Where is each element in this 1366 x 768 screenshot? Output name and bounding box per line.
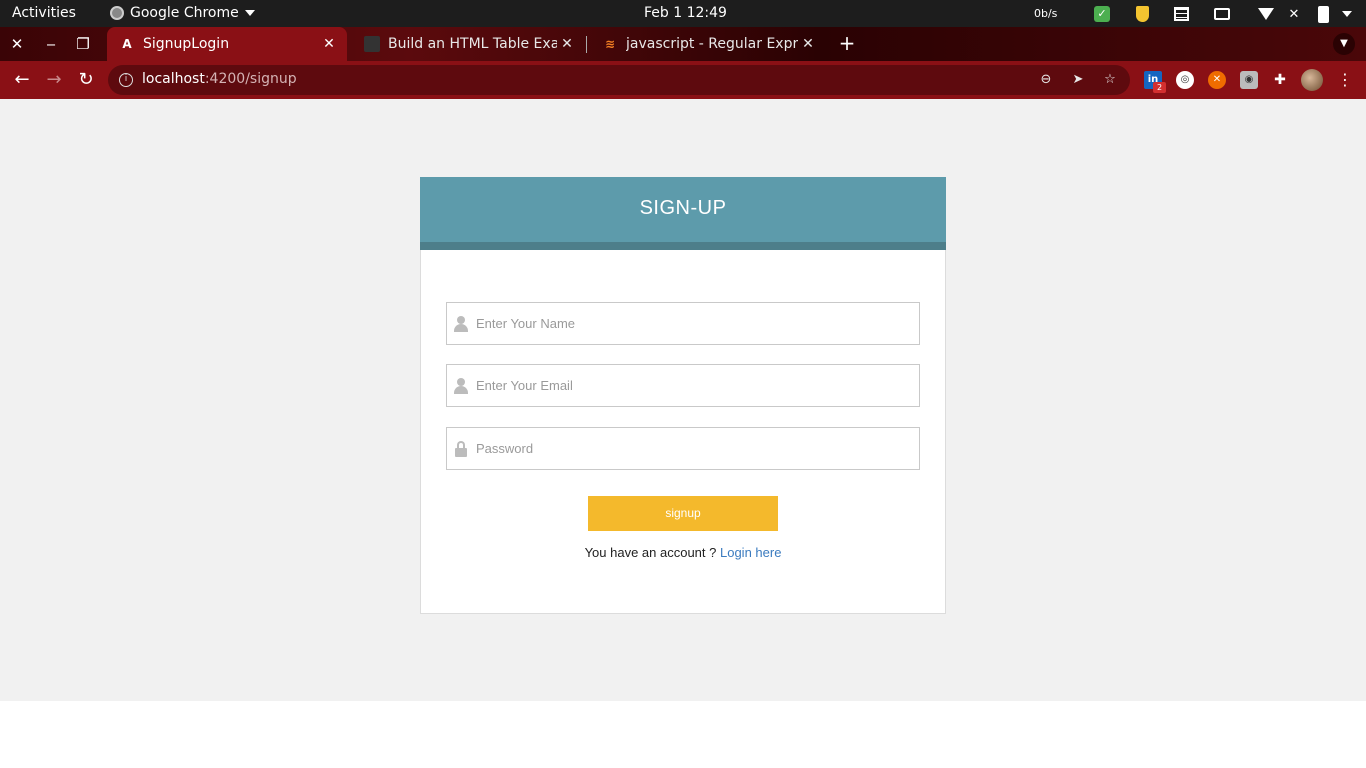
tab-close-icon[interactable]: ✕: [557, 36, 577, 52]
app-menu-label: Google Chrome: [130, 5, 239, 21]
bookmark-star-icon[interactable]: ☆: [1102, 72, 1118, 88]
reload-icon[interactable]: ↻: [75, 69, 97, 91]
window-restore-icon[interactable]: ❐: [73, 34, 93, 54]
account-prompt-text: You have an account ?: [584, 545, 717, 560]
chevron-down-icon: [244, 10, 255, 16]
stackoverflow-icon: ≋: [604, 37, 616, 51]
signup-card: SIGN-UP signup You have an account ? Log…: [420, 177, 946, 614]
browser-toolbar: ← → ↻ i localhost:4200/signup ⊖ ➤ ☆ in 2…: [0, 61, 1366, 99]
extensions-puzzle-icon[interactable]: ✚: [1271, 71, 1289, 89]
activities-button[interactable]: Activities: [12, 5, 76, 21]
site-info-icon[interactable]: i: [119, 73, 133, 87]
password-input[interactable]: [476, 428, 916, 469]
spreadsheet-icon[interactable]: [1172, 5, 1190, 23]
angular-icon: A: [122, 37, 132, 51]
extension-badge: 2: [1153, 82, 1166, 93]
email-input[interactable]: [476, 365, 916, 406]
app-menu[interactable]: Google Chrome: [110, 5, 255, 21]
address-bar[interactable]: i localhost:4200/signup ⊖ ➤ ☆: [108, 65, 1130, 95]
back-arrow-icon[interactable]: ←: [11, 69, 33, 91]
power-menu-icon[interactable]: [1338, 5, 1356, 23]
volume-muted-icon[interactable]: ✕: [1285, 5, 1303, 23]
window-minimize-icon[interactable]: ‒: [41, 34, 61, 54]
clock[interactable]: Feb 1 12:49: [644, 5, 727, 21]
more-menu-icon[interactable]: ⋮: [1335, 69, 1355, 91]
url-text[interactable]: localhost:4200/signup: [142, 71, 297, 87]
forward-arrow-icon[interactable]: →: [43, 69, 65, 91]
tab-html-table[interactable]: Build an HTML Table Exan ✕: [352, 27, 585, 61]
card-header: SIGN-UP: [420, 177, 946, 250]
user-icon: [454, 378, 468, 394]
site-favicon-icon: [364, 36, 380, 52]
window-close-icon[interactable]: ✕: [7, 34, 27, 54]
network-speed: 0b/s: [1034, 7, 1058, 20]
page-bottom-area: [0, 701, 1366, 768]
new-tab-plus-icon[interactable]: +: [835, 32, 859, 56]
wifi-icon[interactable]: [1257, 5, 1275, 23]
tab-title: SignupLogin: [143, 36, 230, 52]
password-field[interactable]: [446, 427, 920, 470]
profile-avatar[interactable]: [1301, 69, 1323, 91]
lock-icon: [454, 441, 468, 457]
tab-title: javascript - Regular Expre: [626, 36, 798, 52]
url-host: localhost: [142, 71, 205, 87]
battery-icon[interactable]: [1314, 5, 1332, 23]
extension-circle-icon[interactable]: ◎: [1176, 71, 1194, 89]
tab-search-chevron-icon[interactable]: ▼: [1333, 33, 1355, 55]
tab-signuplogin[interactable]: A SignupLogin ✕: [107, 27, 347, 61]
drive-icon[interactable]: [1213, 5, 1231, 23]
system-top-bar: Activities Google Chrome Feb 1 12:49 0b/…: [0, 0, 1366, 27]
email-field[interactable]: [446, 364, 920, 407]
name-field[interactable]: [446, 302, 920, 345]
page-title: SIGN-UP: [639, 197, 727, 219]
tab-separator: [586, 36, 587, 53]
login-prompt: You have an account ? Login here: [421, 545, 945, 560]
url-path: :4200/signup: [204, 71, 297, 87]
shield-icon[interactable]: [1133, 5, 1151, 23]
page-viewport: SIGN-UP signup You have an account ? Log…: [0, 99, 1366, 701]
signup-button[interactable]: signup: [588, 496, 778, 531]
extension-orange-icon[interactable]: ✕: [1208, 71, 1226, 89]
tab-regex[interactable]: ≋ javascript - Regular Expre ✕: [590, 27, 826, 61]
login-link[interactable]: Login here: [720, 545, 781, 560]
check-icon[interactable]: ✓: [1093, 5, 1111, 23]
tab-close-icon[interactable]: ✕: [798, 36, 818, 52]
tab-title: Build an HTML Table Exan: [388, 36, 557, 52]
send-icon[interactable]: ➤: [1070, 72, 1086, 88]
chrome-icon: [110, 6, 124, 20]
name-input[interactable]: [476, 303, 916, 344]
tab-strip: ✕ ‒ ❐ A SignupLogin ✕ Build an HTML Tabl…: [0, 27, 1366, 61]
tab-close-icon[interactable]: ✕: [319, 36, 339, 52]
camera-icon[interactable]: ◉: [1240, 71, 1258, 89]
user-icon: [454, 316, 468, 332]
zoom-icon[interactable]: ⊖: [1038, 72, 1054, 88]
